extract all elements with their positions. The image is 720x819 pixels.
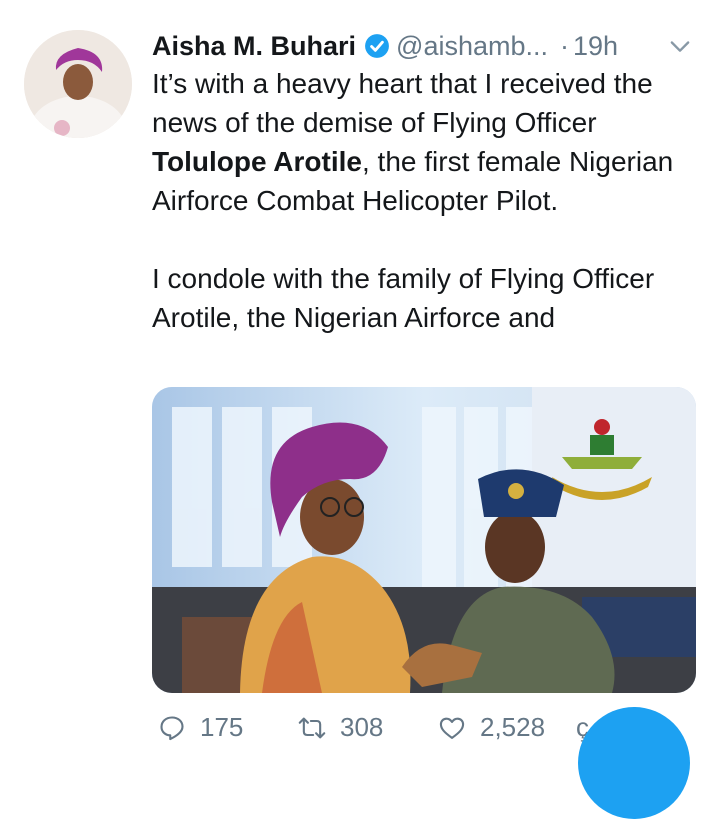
author-avatar[interactable]	[24, 30, 132, 138]
tweet-header: Aisha M. Buhari @aishamb... · 19h	[152, 26, 702, 66]
tweet-text-bold: Tolulope Arotile	[152, 146, 362, 177]
compose-tweet-button[interactable]	[578, 707, 690, 819]
author-name[interactable]: Aisha M. Buhari	[152, 31, 356, 62]
tweet-paragraph-2: I condole with the family of Flying Offi…	[152, 263, 655, 333]
separator-dot: ·	[560, 30, 569, 61]
reply-count: 175	[200, 712, 244, 742]
media-photo	[152, 387, 696, 693]
tweet-paragraph-1: It’s with a heavy heart that I received …	[152, 64, 708, 220]
heart-icon	[439, 717, 465, 739]
tweet-text-segment: It’s with a heavy heart that I received …	[152, 68, 653, 138]
verified-badge-icon	[365, 34, 389, 58]
tweet-text: It’s with a heavy heart that I received …	[152, 64, 708, 337]
like-button[interactable]: 2,528	[438, 712, 545, 743]
retweet-icon	[298, 717, 326, 738]
like-count: 2,528	[480, 712, 546, 742]
tweet-media-image[interactable]	[152, 387, 696, 693]
chevron-down-icon[interactable]	[666, 32, 694, 60]
tweet-timestamp[interactable]: 19h	[573, 31, 618, 62]
retweet-button[interactable]: 308	[298, 712, 383, 743]
author-handle[interactable]: @aishamb...	[396, 31, 548, 62]
retweet-count: 308	[340, 712, 384, 742]
avatar-photo	[24, 30, 132, 138]
reply-icon	[160, 715, 184, 740]
reply-button[interactable]: 175	[158, 712, 243, 743]
